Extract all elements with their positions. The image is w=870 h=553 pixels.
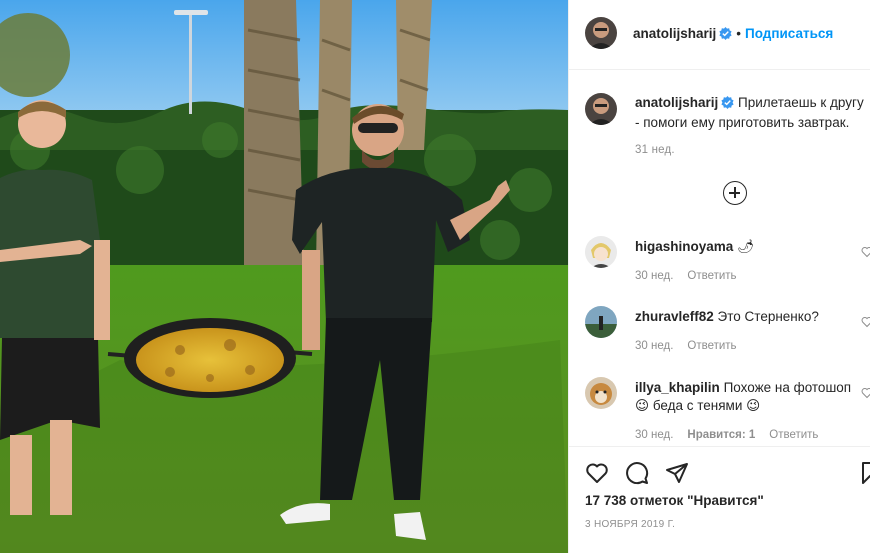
- comment-time: 30 нед.: [635, 340, 674, 352]
- heart-icon[interactable]: [585, 461, 609, 485]
- plus-circle-icon[interactable]: [723, 181, 747, 205]
- comment-username[interactable]: higashinoyama: [635, 239, 733, 254]
- post-actions: 17 738 отметок "Нравится" 3 НОЯБРЯ 2019 …: [569, 446, 870, 553]
- comment-text: zhuravleff82 Это Стерненко?: [635, 308, 855, 326]
- likes-count[interactable]: 17 738 отметок "Нравится": [585, 493, 764, 508]
- comment-icon[interactable]: [625, 461, 649, 485]
- share-icon[interactable]: [665, 461, 689, 485]
- verified-badge-icon: [719, 27, 732, 43]
- comment-time: 30 нед.: [635, 270, 674, 282]
- header-separator: •: [736, 26, 742, 41]
- comment-likes[interactable]: Нравится: 1: [687, 429, 755, 441]
- comment-meta: 30 нед. Ответить: [635, 270, 751, 282]
- post-header: anatolijsharij • Подписаться: [569, 0, 870, 70]
- comment-body: 🌶: [737, 239, 755, 254]
- bookmark-icon[interactable]: [861, 461, 870, 485]
- reply-button[interactable]: Ответить: [687, 340, 736, 352]
- comment-text: higashinoyama 🌶: [635, 238, 855, 256]
- post-side-panel: anatolijsharij • Подписаться anatolijshari…: [568, 0, 870, 553]
- commenter-avatar[interactable]: [585, 306, 617, 338]
- verified-badge-icon: [721, 96, 734, 114]
- header-user-line: anatolijsharij • Подписаться: [633, 26, 833, 43]
- follow-button[interactable]: Подписаться: [745, 26, 833, 41]
- caption-username[interactable]: anatolijsharij: [635, 95, 718, 110]
- heart-icon[interactable]: [861, 246, 870, 258]
- post-caption: anatolijsharij Прилетаешь к другу - помо…: [635, 94, 869, 132]
- author-avatar[interactable]: [585, 17, 617, 49]
- post-date: 3 НОЯБРЯ 2019 Г.: [585, 519, 676, 530]
- comment-username[interactable]: zhuravleff82: [635, 309, 714, 324]
- post-photo[interactable]: [0, 0, 568, 553]
- commenter-avatar[interactable]: [585, 236, 617, 268]
- commenter-avatar[interactable]: [585, 377, 617, 409]
- comment-username[interactable]: illya_khapilin: [635, 380, 720, 395]
- reply-button[interactable]: Ответить: [687, 270, 736, 282]
- author-username[interactable]: anatolijsharij: [633, 26, 716, 41]
- heart-icon[interactable]: [861, 316, 870, 328]
- comment-meta: 30 нед. Ответить: [635, 340, 751, 352]
- comment-time: 30 нед.: [635, 429, 674, 441]
- reply-button[interactable]: Ответить: [769, 429, 818, 441]
- heart-icon[interactable]: [861, 387, 870, 399]
- comment-meta: 30 нед. Нравится: 1 Ответить: [635, 429, 832, 441]
- post-image: [0, 0, 568, 553]
- caption-avatar[interactable]: [585, 93, 617, 125]
- comment-text: illya_khapilin Похоже на фотошоп😉 беда с…: [635, 379, 855, 415]
- caption-time: 31 нед.: [635, 144, 675, 156]
- comment-body: Это Стерненко?: [717, 309, 819, 324]
